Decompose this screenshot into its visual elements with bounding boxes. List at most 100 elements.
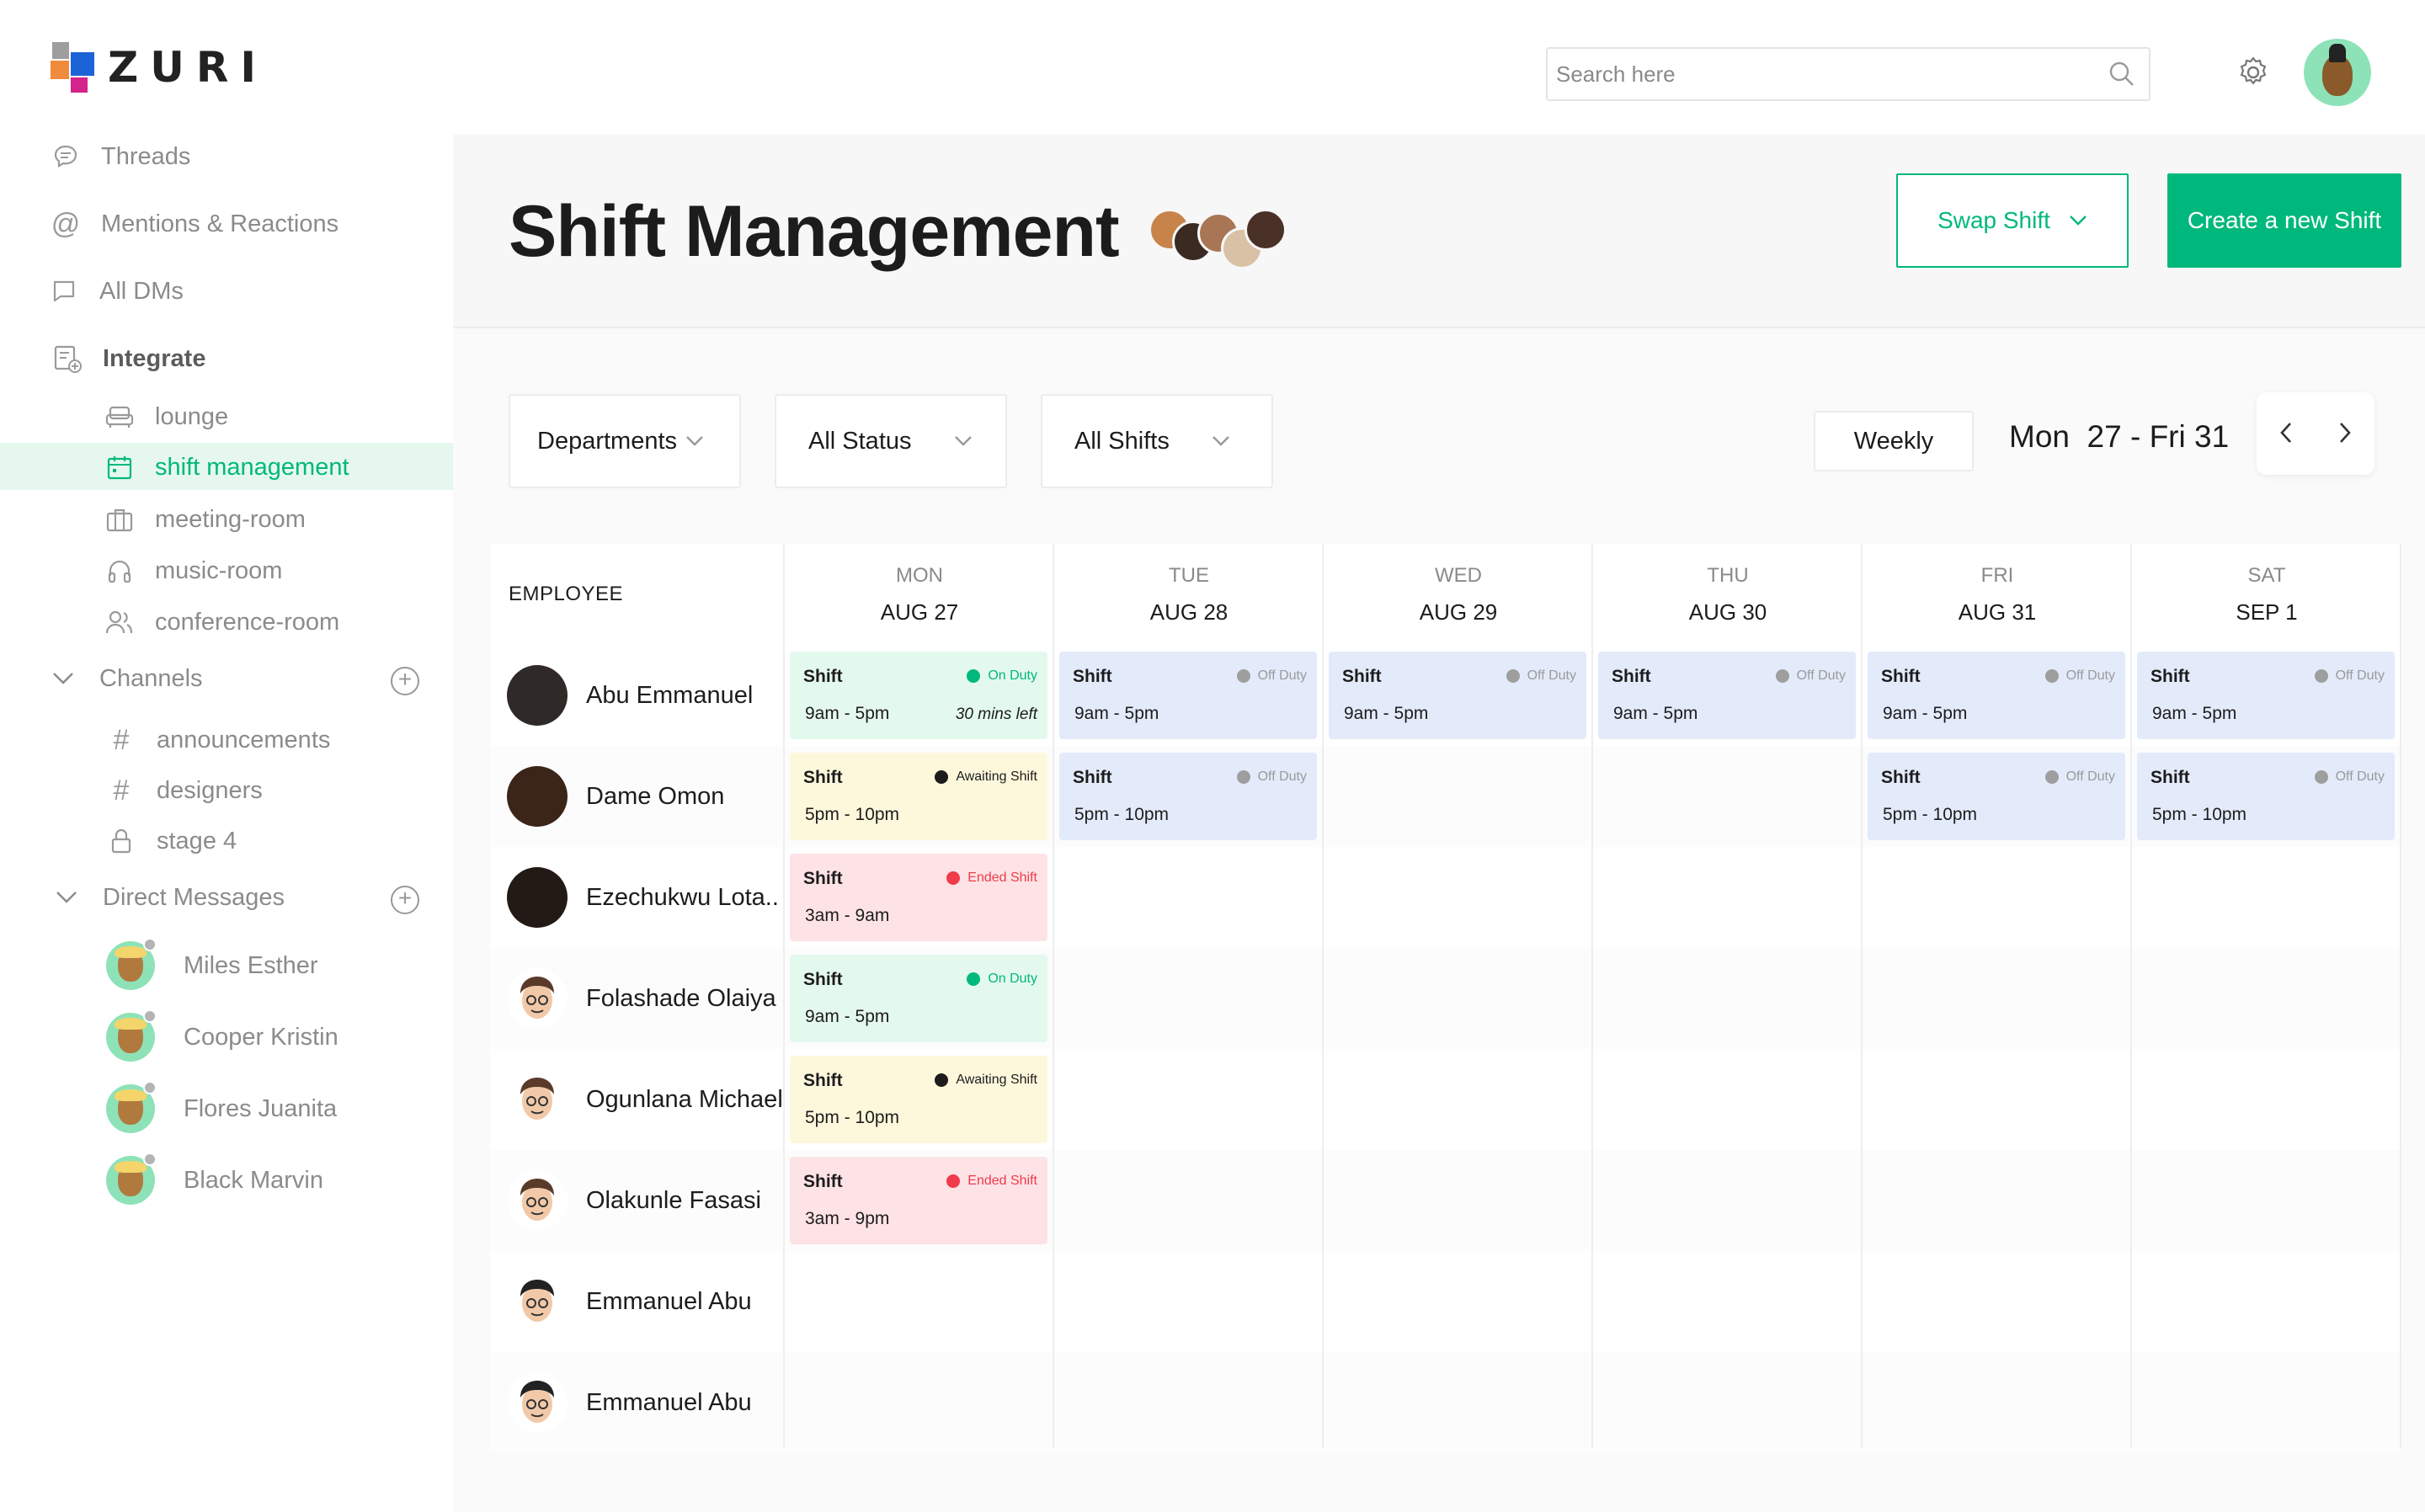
search-icon[interactable] [2107, 59, 2137, 89]
shift-card[interactable]: Shift Off Duty 9am - 5pm [2137, 652, 2395, 739]
employee-cell[interactable]: Ogunlana Michael [507, 1069, 783, 1130]
chevron-right-icon[interactable] [2338, 416, 2352, 451]
status-dot [946, 1174, 961, 1188]
search-box[interactable] [1546, 47, 2151, 101]
employee-cell[interactable]: Emmanuel Abu [507, 1372, 752, 1433]
shift-card[interactable]: Shift Ended Shift 3am - 9am [790, 854, 1047, 941]
presence-dot [143, 1153, 157, 1166]
shift-card[interactable]: Shift Awaiting Shift 5pm - 10pm [790, 753, 1047, 840]
day-header: MON AUG 27 [785, 544, 1054, 645]
nav-all-dms[interactable]: All DMs [47, 274, 184, 308]
day-date: AUG 27 [880, 599, 959, 625]
shift-card[interactable]: Shift Off Duty 9am - 5pm [1329, 652, 1586, 739]
day-header: FRI AUG 31 [1863, 544, 2132, 645]
channel-label: designers [157, 776, 263, 804]
nav-mentions[interactable]: @ Mentions & Reactions [49, 207, 338, 241]
shift-status: Off Duty [2044, 668, 2115, 684]
dm-label: Black Marvin [184, 1166, 323, 1194]
shift-card[interactable]: Shift Off Duty 5pm - 10pm [1868, 753, 2125, 840]
shift-card[interactable]: Shift Off Duty 9am - 5pm [1059, 652, 1317, 739]
view-select[interactable]: Weekly [1814, 411, 1974, 471]
shift-status-label: Off Duty [1796, 668, 1846, 683]
employee-cell[interactable]: Ezechukwu Lota.. [507, 867, 779, 928]
status-dot [2314, 669, 2328, 683]
shift-card[interactable]: Shift Off Duty 5pm - 10pm [1059, 753, 1317, 840]
user-avatar[interactable] [2304, 39, 2371, 106]
dm-item[interactable]: Black Marvin [106, 1153, 323, 1205]
avatar [507, 1372, 568, 1433]
shift-status-label: Awaiting Shift [956, 769, 1037, 784]
dm-item[interactable]: Cooper Kristin [106, 1009, 338, 1062]
status-dot [1775, 669, 1789, 683]
table-row [490, 1150, 2401, 1251]
employee-cell[interactable]: Emmanuel Abu [507, 1271, 752, 1332]
team-avatars[interactable] [1149, 209, 1300, 269]
add-channel-button[interactable]: + [391, 667, 419, 695]
status-dot [2314, 770, 2328, 784]
shift-status-label: Ended Shift [967, 870, 1037, 885]
nav-threads[interactable]: Threads [49, 140, 190, 173]
shift-time: 9am - 5pm [1613, 704, 1698, 723]
avatar [507, 1170, 568, 1231]
day-date: AUG 31 [1958, 599, 2037, 625]
sidebar-item-conference-room-label: conference-room [155, 608, 340, 636]
shift-time: 9am - 5pm [2152, 704, 2237, 723]
swap-shift-button[interactable]: Swap Shift [1896, 173, 2129, 268]
departments-filter[interactable]: Departments [509, 394, 741, 488]
employee-cell[interactable]: Dame Omon [507, 766, 724, 827]
dm-item[interactable]: Flores Juanita [106, 1081, 338, 1133]
channel-item-designers[interactable]: # designers [104, 774, 263, 807]
shift-card[interactable]: Shift Awaiting Shift 5pm - 10pm [790, 1056, 1047, 1143]
shift-time: 5pm - 10pm [805, 805, 900, 824]
status-filter[interactable]: All Status [775, 394, 1007, 488]
nav-all-dms-label: All DMs [99, 277, 184, 305]
channel-label: stage 4 [157, 827, 237, 854]
shift-card[interactable]: Shift Off Duty 9am - 5pm [1868, 652, 2125, 739]
channels-section-toggle[interactable]: Channels [52, 665, 203, 693]
gear-icon[interactable] [2236, 56, 2270, 89]
status-dot [2044, 770, 2059, 784]
shifts-filter[interactable]: All Shifts [1041, 394, 1273, 488]
dm-label: Flores Juanita [184, 1094, 338, 1122]
channel-item-stage-4[interactable]: stage 4 [104, 824, 237, 858]
chevron-down-icon [1212, 429, 1230, 453]
sidebar-item-meeting-room[interactable]: meeting-room [103, 503, 306, 536]
create-shift-button[interactable]: Create a new Shift [2167, 173, 2401, 268]
employee-cell[interactable]: Olakunle Fasasi [507, 1170, 761, 1231]
zuri-logo[interactable]: ZURI [51, 42, 268, 93]
day-name: THU [1707, 564, 1749, 587]
nav-integrate[interactable]: Integrate [51, 342, 205, 375]
view-select-label: Weekly [1853, 427, 1934, 455]
sidebar-item-music-room[interactable]: music-room [103, 554, 282, 588]
chevron-down-icon [954, 429, 973, 453]
sidebar-item-lounge[interactable]: lounge [103, 400, 228, 434]
employee-cell[interactable]: Abu Emmanuel [507, 665, 753, 726]
logo-text: ZURI [108, 43, 268, 92]
sidebar-item-shift-management-label: shift management [155, 453, 349, 481]
shift-status: Off Duty [2044, 769, 2115, 785]
channels-label: Channels [99, 665, 203, 692]
shift-status: Awaiting Shift [935, 769, 1037, 785]
calendar-icon [103, 450, 136, 484]
search-input[interactable] [1556, 61, 2095, 88]
shift-status-label: Off Duty [1527, 668, 1576, 683]
employee-name: Ezechukwu Lota.. [586, 883, 779, 911]
add-dm-button[interactable]: + [391, 886, 419, 914]
channel-item-announcements[interactable]: # announcements [104, 723, 331, 757]
dm-item[interactable]: Miles Esther [106, 938, 318, 990]
shift-card[interactable]: Shift On Duty 9am - 5pm [790, 955, 1047, 1042]
shift-card[interactable]: Shift Ended Shift 3am - 9pm [790, 1157, 1047, 1244]
shift-card[interactable]: Shift On Duty 9am - 5pm 30 mins left [790, 652, 1047, 739]
table-row [490, 1352, 2401, 1453]
shift-status-label: Awaiting Shift [956, 1073, 1037, 1087]
shift-card[interactable]: Shift Off Duty 9am - 5pm [1598, 652, 1856, 739]
shift-card[interactable]: Shift Off Duty 5pm - 10pm [2137, 753, 2395, 840]
sidebar-item-shift-management[interactable]: shift management [103, 450, 349, 484]
dms-section-toggle[interactable]: Direct Messages [56, 884, 285, 912]
chevron-left-icon[interactable] [2279, 416, 2293, 451]
shift-time: 3am - 9am [805, 906, 890, 925]
page-title: Shift Management [509, 191, 1120, 272]
employee-cell[interactable]: Folashade Olaiya [507, 968, 776, 1029]
sidebar-item-conference-room[interactable]: conference-room [103, 605, 339, 639]
status-dot [1506, 669, 1520, 683]
